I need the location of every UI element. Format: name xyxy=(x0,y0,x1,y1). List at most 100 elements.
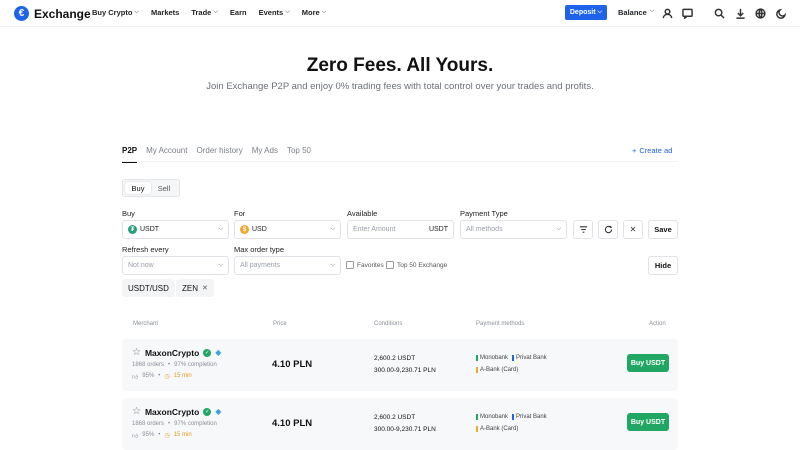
available-label: Available xyxy=(347,209,378,218)
filter-icon xyxy=(579,226,587,233)
usd-icon: $ xyxy=(240,225,249,234)
create-ad-button[interactable]: + Create ad xyxy=(632,146,672,155)
tabs-divider xyxy=(122,161,678,162)
clock-icon: ◷ xyxy=(164,374,170,380)
menu-events[interactable]: Events ⌵ xyxy=(259,8,290,17)
order-limit: 300.00-9,230.71 PLN xyxy=(374,367,436,374)
table-row: ☆ MaxonCrypto ✓ ◆ 1868 orders • 97% comple… xyxy=(122,339,678,391)
table-row: ☆ MaxonCrypto ✓ ◆ 1868 orders • 97% comple… xyxy=(122,398,678,450)
header-action: Action xyxy=(649,321,666,327)
save-button[interactable]: Save xyxy=(648,220,678,239)
buy-toggle-button[interactable]: Buy xyxy=(125,182,151,194)
merchant-name[interactable]: MaxonCrypto xyxy=(145,407,199,417)
merchant-info: ☆ MaxonCrypto ✓ ◆ xyxy=(132,406,221,417)
logo-text: Exchange xyxy=(34,6,91,21)
refresh-icon xyxy=(604,225,612,234)
payment-method: A-Bank (Card) xyxy=(476,426,518,432)
menu-more[interactable]: More ⌵ xyxy=(302,8,326,17)
logo[interactable]: € Exchange xyxy=(14,6,91,21)
star-icon[interactable]: ☆ xyxy=(132,406,141,417)
download-icon[interactable] xyxy=(734,7,746,19)
buy-usdt-button[interactable]: Buy USDT xyxy=(627,354,669,372)
price: 4.10 PLN xyxy=(272,359,313,370)
menu-buy-crypto[interactable]: Buy Crypto ⌵ xyxy=(92,8,139,17)
header-conditions: Conditions xyxy=(374,321,403,327)
available-unit: USDT xyxy=(428,226,448,233)
merchant-stats: 1868 orders • 97% completion xyxy=(132,362,217,368)
payment-method: Privat Bank xyxy=(512,355,547,361)
hero-title: Zero Fees. All Yours. xyxy=(306,55,494,76)
sell-toggle-button[interactable]: Sell xyxy=(151,182,177,194)
usdt-icon: ₮ xyxy=(128,225,137,234)
chevron-down-icon: ⌵ xyxy=(213,9,218,15)
top-nav: € Exchange Buy Crypto ⌵ Markets Trade ⌵ Ea… xyxy=(0,0,800,27)
diamond-icon: ◆ xyxy=(215,348,222,357)
menu-trade[interactable]: Trade ⌵ xyxy=(191,8,218,17)
hide-button[interactable]: Hide xyxy=(648,256,678,275)
available-amount: 2,600.2 USDT xyxy=(374,414,416,421)
user-icon[interactable] xyxy=(661,7,673,19)
logo-icon: € xyxy=(14,6,29,21)
max-order-type-label: Max order type xyxy=(234,245,285,254)
payment-method: Monobank xyxy=(476,355,508,361)
globe-icon[interactable] xyxy=(754,7,766,19)
chevron-down-icon: ⌵ xyxy=(218,262,223,268)
chevron-down-icon: ⌵ xyxy=(134,9,139,15)
plus-icon: + xyxy=(632,146,637,155)
verified-icon: ✓ xyxy=(203,407,212,416)
clear-button[interactable]: ✕ xyxy=(623,220,643,239)
payment-method: A-Bank (Card) xyxy=(476,367,518,373)
for-label: For xyxy=(234,209,246,218)
filter-button[interactable] xyxy=(573,220,593,239)
merchant-stats: 1868 orders • 97% completion xyxy=(132,421,217,427)
menu-markets[interactable]: Markets xyxy=(151,8,179,17)
header-price: Price xyxy=(273,321,287,327)
buy-sell-toggle: Buy Sell xyxy=(122,179,180,197)
hero-subtitle: Join Exchange P2P and enjoy 0% trading f… xyxy=(206,81,594,92)
search-icon[interactable] xyxy=(713,7,725,19)
chat-icon[interactable] xyxy=(681,7,693,19)
refresh-button[interactable] xyxy=(598,220,618,239)
buy-label: Buy xyxy=(122,209,135,218)
payment-method: Monobank xyxy=(476,414,508,420)
buy-asset-select[interactable]: ₮ USDT ⌵ xyxy=(122,220,229,239)
favorites-checkbox[interactable]: Favorites xyxy=(346,261,384,269)
available-amount: 2,600.2 USDT xyxy=(374,355,416,362)
zen-chip[interactable]: ZEN ✕ xyxy=(176,279,214,297)
merchant-name[interactable]: MaxonCrypto xyxy=(145,348,199,358)
checkbox-box xyxy=(346,261,354,269)
close-icon[interactable]: ✕ xyxy=(202,284,208,292)
chevron-down-icon: ⌵ xyxy=(597,9,603,15)
chevron-down-icon: ⌵ xyxy=(556,226,561,232)
buy-usdt-button[interactable]: Buy USDT xyxy=(627,413,669,431)
refresh-every-select[interactable]: Not now ⌵ xyxy=(122,256,229,275)
payment-type-select[interactable]: All methods ⌵ xyxy=(460,220,567,239)
star-icon[interactable]: ☆ xyxy=(132,347,141,358)
chevron-down-icon: ⌵ xyxy=(330,226,335,232)
price: 4.10 PLN xyxy=(272,418,313,429)
clock-icon: ◷ xyxy=(164,433,170,439)
close-icon: ✕ xyxy=(629,225,637,234)
moon-icon[interactable] xyxy=(775,7,787,19)
merchant-meta: 👍︎ 95% • ◷ 15 min xyxy=(132,432,192,440)
max-order-type-select[interactable]: All payments ⌵ xyxy=(234,256,341,275)
deposit-button[interactable]: Deposit ⌵ xyxy=(565,5,607,20)
refresh-every-label: Refresh every xyxy=(122,245,169,254)
merchant-meta: 👍︎ 95% • ◷ 15 min xyxy=(132,373,192,381)
menu-earn[interactable]: Earn xyxy=(230,8,247,17)
top50-exchange-checkbox[interactable]: Top 50 Exchange xyxy=(386,261,447,269)
pair-chip[interactable]: USDT/USD xyxy=(122,279,175,297)
chevron-down-icon: ⌵ xyxy=(649,8,655,14)
thumbs-up-icon: 👍︎ xyxy=(132,434,139,440)
diamond-icon: ◆ xyxy=(215,407,222,416)
chevron-down-icon: ⌵ xyxy=(321,9,327,15)
for-currency-select[interactable]: $ USD ⌵ xyxy=(234,220,341,239)
payment-type-label: Payment Type xyxy=(460,209,508,218)
chevron-down-icon: ⌵ xyxy=(330,262,335,268)
main-menu: Buy Crypto ⌵ Markets Trade ⌵ Earn Events ⌵ … xyxy=(92,8,338,17)
balance-menu[interactable]: Balance ⌵ xyxy=(618,8,654,17)
available-amount-input[interactable]: Enter Amount USDT xyxy=(347,220,454,239)
chevron-down-icon: ⌵ xyxy=(285,9,290,15)
order-limit: 300.00-9,230.71 PLN xyxy=(374,426,436,433)
thumbs-up-icon: 👍︎ xyxy=(132,375,139,381)
